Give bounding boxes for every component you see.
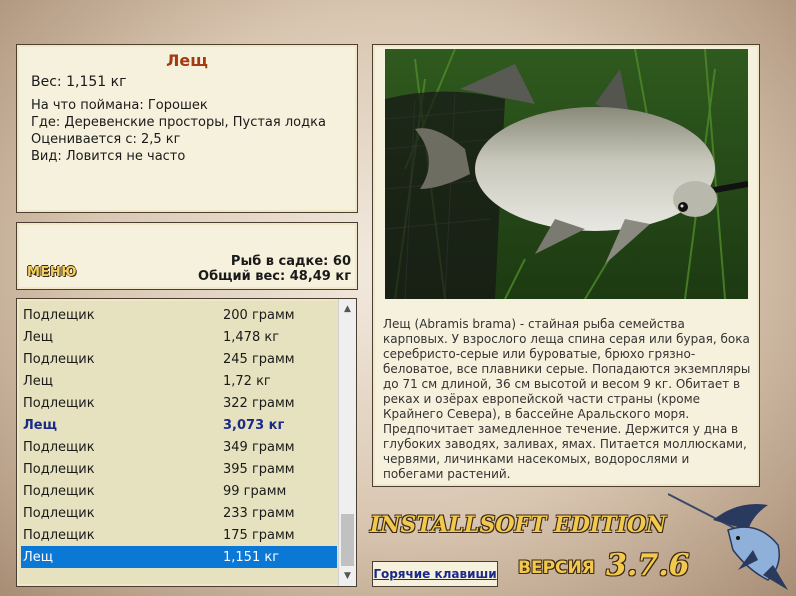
fish-weight: Вес: 1,151 кг <box>31 74 127 90</box>
list-item[interactable]: Подлещик 349 грамм <box>21 436 337 458</box>
list-item-name: Подлещик <box>23 308 95 323</box>
list-item[interactable]: Подлещик 233 грамм <box>21 502 337 524</box>
keepnet-stats: Рыб в садке: 60 Общий вес: 48,49 кг <box>198 254 351 284</box>
fish-count: Рыб в садке: 60 <box>230 254 351 269</box>
fish-description: Лещ (Abramis brama) - стайная рыба семей… <box>383 317 751 481</box>
fish-info-panel: Лещ Вес: 1,151 кг На что поймана: Гороше… <box>16 44 358 213</box>
version-label: ВЕРСИЯ <box>518 558 595 578</box>
fish-photo <box>385 49 748 299</box>
fish-kind: Вид: Ловится не часто <box>31 149 186 164</box>
list-item-weight: 200 грамм <box>223 308 295 323</box>
list-item-name: Подлещик <box>23 528 95 543</box>
list-item-weight: 395 грамм <box>223 462 295 477</box>
fish-value: Оценивается с: 2,5 кг <box>31 132 181 147</box>
list-item-weight: 349 грамм <box>223 440 295 455</box>
list-item[interactable]: Лещ 1,72 кг <box>21 370 337 392</box>
scroll-up-arrow-icon[interactable]: ▲ <box>339 301 356 317</box>
list-item-name: Подлещик <box>23 396 95 411</box>
list-item-weight: 1,151 кг <box>223 550 280 565</box>
keepnet-summary-panel: МЕНЮ Рыб в садке: 60 Общий вес: 48,49 кг <box>16 222 358 290</box>
list-item-name: Подлещик <box>23 484 95 499</box>
brand-logo-text: INSTALLSOFT EDITION <box>370 512 667 538</box>
fish-description-panel: Лещ (Abramis brama) - стайная рыба семей… <box>372 44 760 487</box>
list-item-name: Подлещик <box>23 440 95 455</box>
hotkeys-button[interactable]: Горячие клавиши <box>372 561 498 587</box>
list-item-weight: 322 грамм <box>223 396 295 411</box>
list-item-weight: 245 грамм <box>223 352 295 367</box>
list-item-weight: 175 грамм <box>223 528 295 543</box>
list-item-weight: 233 грамм <box>223 506 295 521</box>
list-item-name: Подлещик <box>23 462 95 477</box>
total-weight: Общий вес: 48,49 кг <box>198 269 351 284</box>
list-item-name: Лещ <box>23 418 57 433</box>
fish-details: На что поймана: Горошек Где: Деревенские… <box>31 97 326 165</box>
catch-list[interactable]: Подлещик 200 грамм Лещ 1,478 кг Подлещик… <box>16 298 357 587</box>
fish-bait: На что поймана: Горошек <box>31 98 208 113</box>
marlin-logo-icon <box>668 493 788 590</box>
scroll-thumb[interactable] <box>341 514 354 566</box>
list-item-weight: 1,72 кг <box>223 374 271 389</box>
menu-button[interactable]: МЕНЮ <box>27 265 77 280</box>
list-item-name: Подлещик <box>23 352 95 367</box>
list-item[interactable]: Подлещик 99 грамм <box>21 480 337 502</box>
list-item[interactable]: Подлещик 200 грамм <box>21 304 337 326</box>
fish-location: Где: Деревенские просторы, Пустая лодка <box>31 115 326 130</box>
list-item[interactable]: Подлещик 395 грамм <box>21 458 337 480</box>
list-item-weight: 99 грамм <box>223 484 287 499</box>
list-item-trophy[interactable]: Лещ 3,073 кг <box>21 414 337 436</box>
scroll-down-arrow-icon[interactable]: ▼ <box>339 568 356 584</box>
list-item[interactable]: Подлещик 245 грамм <box>21 348 337 370</box>
list-scrollbar[interactable]: ▲ ▼ <box>338 299 356 586</box>
list-item-name: Лещ <box>23 374 54 389</box>
list-item[interactable]: Лещ 1,478 кг <box>21 326 337 348</box>
list-item-weight: 3,073 кг <box>223 418 285 433</box>
list-item-name: Лещ <box>23 550 54 565</box>
list-item-selected[interactable]: Лещ 1,151 кг <box>21 546 337 568</box>
list-item-name: Подлещик <box>23 506 95 521</box>
list-item-name: Лещ <box>23 330 54 345</box>
list-item[interactable]: Подлещик 175 грамм <box>21 524 337 546</box>
list-item-weight: 1,478 кг <box>223 330 280 345</box>
list-item[interactable]: Подлещик 322 грамм <box>21 392 337 414</box>
fish-title: Лещ <box>166 51 208 70</box>
